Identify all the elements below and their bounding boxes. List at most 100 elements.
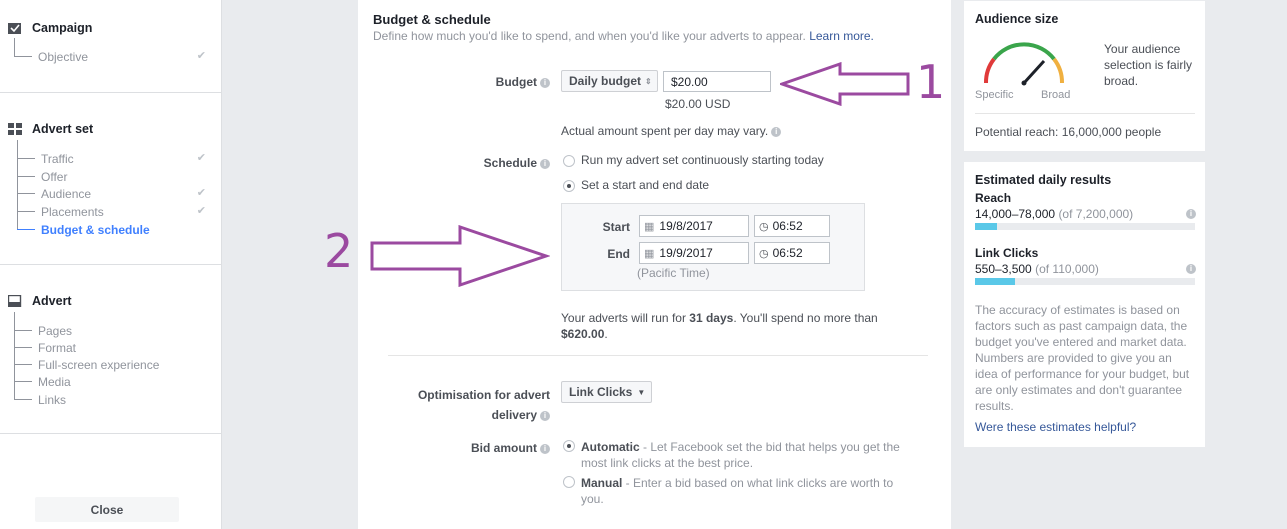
- divider: [975, 113, 1195, 114]
- start-date-input[interactable]: ▦ 19/8/2017: [639, 215, 749, 237]
- audience-size-card: Audience size Specific Broad Your audien…: [964, 1, 1205, 151]
- sidebar-item-label: Format: [38, 340, 77, 355]
- sidebar-item-label: Budget & schedule: [41, 222, 150, 237]
- divider: [0, 433, 222, 434]
- divider: [388, 355, 928, 356]
- divider: [0, 264, 222, 265]
- info-icon[interactable]: i: [540, 159, 550, 169]
- sidebar-item-budget-schedule[interactable]: Budget & schedule: [17, 211, 217, 238]
- bid-manual-label[interactable]: Manual - Enter a bid based on what link …: [581, 475, 931, 507]
- info-icon[interactable]: i: [1186, 209, 1196, 219]
- info-icon[interactable]: i: [1186, 264, 1196, 274]
- bid-automatic-radio[interactable]: [563, 440, 575, 452]
- reach-bar: [975, 223, 1195, 230]
- dropdown-arrow-icon: ▼: [637, 387, 646, 397]
- reach-range: 14,000–78,000 (of 7,200,000): [975, 207, 1134, 221]
- sidebar-item-label: Full-screen experience: [38, 357, 160, 372]
- estimates-helpful-link[interactable]: Were these estimates helpful?: [975, 420, 1136, 434]
- schedule-dates-label[interactable]: Set a start and end date: [581, 178, 709, 192]
- schedule-label: Schedule i: [468, 156, 550, 170]
- sidebar-item-format[interactable]: Format: [14, 329, 214, 356]
- optimisation-label: Optimisation for advert delivery i: [417, 388, 550, 422]
- end-date-input[interactable]: ▦ 19/9/2017: [639, 242, 749, 264]
- end-label: End: [607, 247, 630, 261]
- schedule-continuous-label[interactable]: Run my advert set continuously starting …: [581, 153, 824, 167]
- sidebar-item-traffic[interactable]: Traffic ✔: [17, 140, 217, 167]
- sidebar-item-label: Links: [38, 392, 67, 407]
- annotation-number-1: 1: [916, 55, 946, 109]
- start-label: Start: [602, 220, 630, 234]
- schedule-continuous-radio[interactable]: [563, 155, 575, 167]
- reach-label: Reach: [975, 191, 1012, 205]
- sidebar-item-label: Media: [38, 374, 71, 389]
- info-icon[interactable]: i: [771, 127, 782, 137]
- close-button[interactable]: Close: [35, 497, 179, 522]
- budget-label: Budget i: [478, 75, 550, 89]
- link-clicks-bar: [975, 278, 1195, 285]
- optimisation-select[interactable]: Link Clicks ▼: [561, 381, 652, 403]
- calendar-icon: ▦: [644, 247, 655, 260]
- estimates-disclaimer: The accuracy of estimates is based on fa…: [975, 303, 1190, 413]
- campaign-header[interactable]: Campaign: [8, 21, 92, 35]
- potential-reach: Potential reach: 16,000,000 people: [975, 125, 1162, 139]
- check-icon: ✔: [196, 205, 206, 217]
- budget-type-select[interactable]: Daily budget ⇕: [561, 70, 658, 92]
- schedule-dates-radio[interactable]: [563, 180, 575, 192]
- learn-more-link[interactable]: Learn more.: [809, 29, 874, 43]
- budget-note: Actual amount spent per day may vary. i: [561, 124, 782, 138]
- start-time-input[interactable]: ◷ 06:52: [754, 215, 830, 237]
- divider: [0, 92, 222, 93]
- advert-title: Advert: [32, 294, 72, 308]
- gauge-specific-label: Specific: [975, 89, 1014, 101]
- bid-automatic-label[interactable]: Automatic - Let Facebook set the bid tha…: [581, 439, 931, 471]
- campaign-check-icon: [8, 22, 22, 34]
- sidebar-item-audience[interactable]: Audience ✔: [17, 175, 217, 202]
- info-icon[interactable]: i: [540, 444, 550, 454]
- sidebar-item-media[interactable]: Media: [14, 363, 214, 390]
- annotation-arrow-left-icon: [780, 62, 910, 106]
- advert-icon: [7, 294, 22, 308]
- sidebar-item-label: Placements: [41, 204, 104, 219]
- audience-gauge-icon: [983, 42, 1065, 86]
- advert-header[interactable]: Advert: [7, 294, 72, 308]
- grid-icon: [8, 123, 22, 135]
- check-icon: ✔: [196, 187, 206, 199]
- annotation-number-2: 2: [324, 224, 354, 278]
- info-icon[interactable]: i: [540, 411, 550, 421]
- sidebar-item-offer[interactable]: Offer: [17, 158, 217, 185]
- link-clicks-label: Link Clicks: [975, 246, 1039, 260]
- sort-arrows-icon: ⇕: [645, 76, 652, 86]
- sidebar-item-label: Audience: [41, 186, 92, 201]
- budget-converted: $20.00 USD: [665, 97, 731, 111]
- sidebar-item-label: Offer: [41, 169, 68, 184]
- audience-description: Your audience selection is fairly broad.: [1104, 42, 1193, 88]
- sidebar-item-label: Pages: [38, 323, 73, 338]
- timezone-label: (Pacific Time): [637, 266, 710, 280]
- sidebar-item-links[interactable]: Links: [14, 381, 214, 408]
- left-sidebar: Campaign Objective ✔ Advert set Traffic …: [0, 0, 222, 529]
- estimated-results-card: Estimated daily results Reach 14,000–78,…: [964, 162, 1205, 447]
- sidebar-item-full-screen-experience[interactable]: Full-screen experience: [14, 346, 214, 373]
- sidebar-item-pages[interactable]: Pages: [14, 312, 214, 339]
- date-range-box: Start ▦ 19/8/2017 ◷ 06:52 End ▦ 19/9/201…: [561, 203, 865, 291]
- budget-amount-input[interactable]: $20.00: [663, 71, 771, 92]
- link-clicks-range: 550–3,500 (of 110,000): [975, 262, 1099, 276]
- bid-manual-radio[interactable]: [563, 476, 575, 488]
- sidebar-item-placements[interactable]: Placements ✔: [17, 193, 217, 220]
- check-icon: ✔: [196, 50, 206, 62]
- estimated-results-title: Estimated daily results: [975, 173, 1112, 187]
- sidebar-item-objective[interactable]: Objective ✔: [14, 38, 214, 65]
- sidebar-item-label: Traffic: [41, 151, 74, 166]
- info-icon[interactable]: i: [540, 78, 550, 88]
- section-title: Budget & schedule: [373, 12, 491, 27]
- advert-set-header[interactable]: Advert set: [8, 122, 93, 136]
- link-clicks-bar-fill: [975, 278, 1015, 285]
- audience-size-title: Audience size: [975, 12, 1059, 26]
- check-icon: ✔: [196, 152, 206, 164]
- end-time-input[interactable]: ◷ 06:52: [754, 242, 830, 264]
- reach-bar-fill: [975, 223, 997, 230]
- schedule-summary: Your adverts will run for 31 days. You'l…: [561, 311, 878, 341]
- campaign-title: Campaign: [32, 21, 93, 35]
- section-subtitle: Define how much you'd like to spend, and…: [373, 29, 874, 43]
- annotation-arrow-right-icon: [370, 225, 550, 287]
